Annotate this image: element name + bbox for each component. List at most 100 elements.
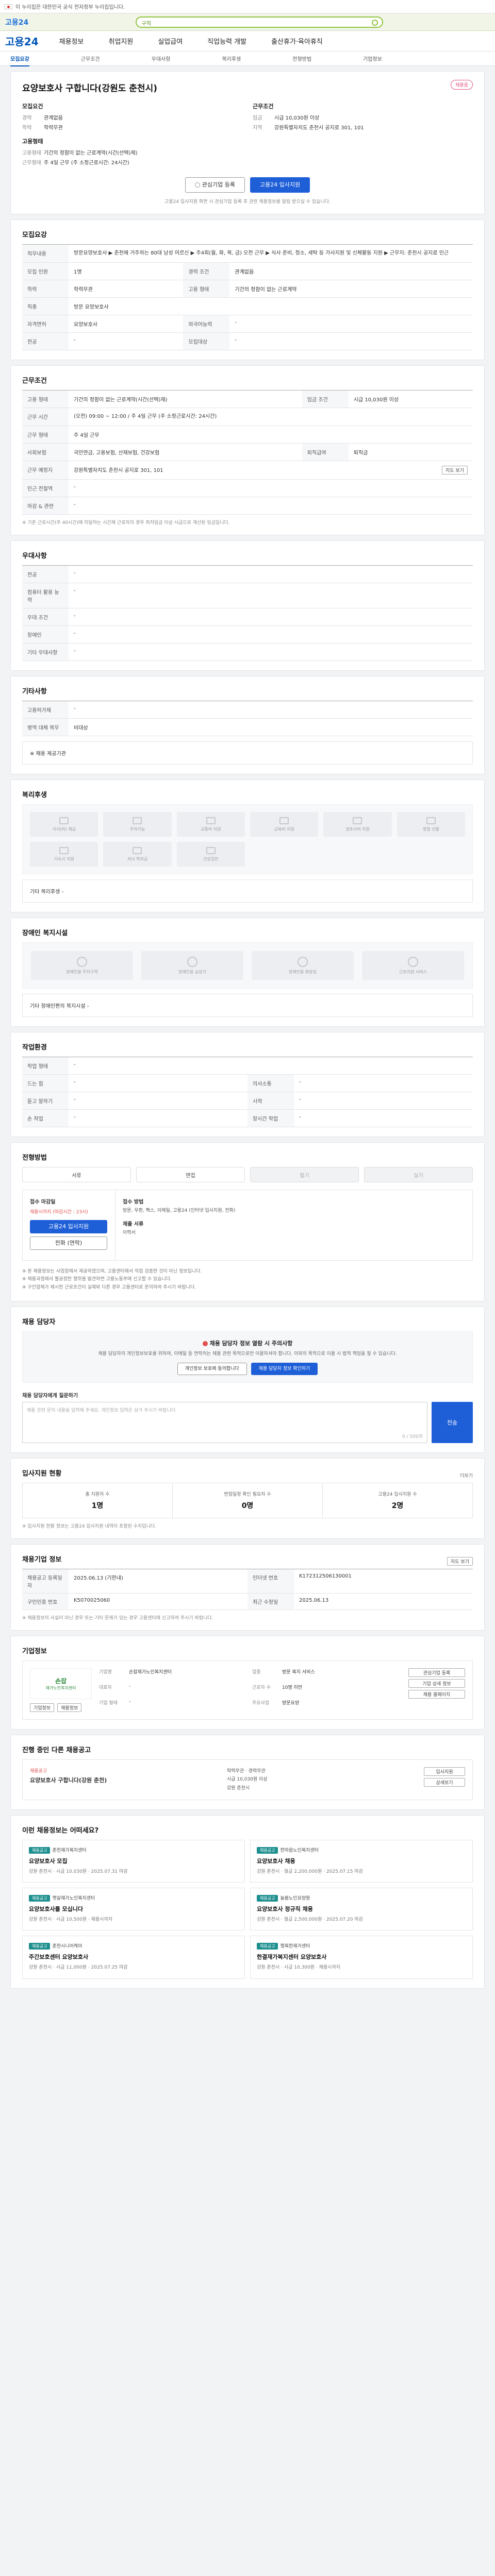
etc-label: 기타 복리후생 [30, 889, 60, 895]
info-value: K172312506130001 [294, 1569, 473, 1594]
row-value: - [229, 332, 473, 350]
tab-welfare[interactable]: 복리후생 [222, 55, 241, 62]
row-value: 시급 10,030원 이상 [348, 390, 473, 408]
company-homepage-button[interactable]: 채용 홈페이지 [408, 1690, 465, 1699]
row-value: 방문요양보호사 ▶ 춘천에 거주하는 80대 남성 어르신 ▶ 주4회(월, 화… [69, 244, 473, 263]
section-title: 기업정보 [22, 1648, 47, 1656]
call-button[interactable]: 전화 (연락) [30, 1236, 107, 1250]
row-key: 병역 대체 복무 [22, 718, 69, 736]
gnb-item-training[interactable]: 직업능력 개발 [207, 36, 246, 46]
agree-button[interactable]: 개인정보 보호에 동의합니다 [177, 1363, 247, 1376]
map-button[interactable]: 지도 보기 [442, 466, 468, 474]
section-title: 전형방법 [22, 1154, 47, 1162]
info-value: K5070025060 [69, 1594, 248, 1611]
inquiry-textarea[interactable]: 채용 관련 문의 내용을 입력해 주세요. 개인정보 입력은 삼가 주시기 바랍… [22, 1402, 427, 1444]
other-job-apply-button[interactable]: 입사지원 [424, 1767, 465, 1776]
view-contact-button[interactable]: 채용 담당자 정보 확인하기 [251, 1363, 318, 1376]
recommend-card[interactable]: 채용공고 행복한재가센터 한결재가복지센터 요양보호사 강원 춘천시 · 시급 10,… [250, 1936, 473, 1979]
gnb-item-employment-support[interactable]: 취업지원 [108, 36, 133, 46]
kv-value: 관계없음 [44, 115, 63, 121]
row-value: - [69, 1074, 248, 1092]
recommend-card[interactable]: 채용공고 햇살재가노인복지센터 요양보호사를 모십니다 강원 춘천시 · 시급 10,… [22, 1888, 245, 1931]
other-job-detail-button[interactable]: 상세보기 [424, 1778, 465, 1787]
row-value: - [69, 497, 473, 515]
company-detail-button[interactable]: 기업 상세 정보 [408, 1679, 465, 1688]
recommend-card[interactable]: 채용공고 늘봄노인요양원 요양보호사 정규직 채용 강원 춘천시 · 월급 2,500… [250, 1888, 473, 1931]
more-link[interactable]: 더보기 [460, 1472, 473, 1479]
rec-badge: 채용공고 [257, 1943, 278, 1950]
recommend-grid: 채용공고 춘천재가복지센터 요양보호사 모집 강원 춘천시 · 시급 10,030원 … [22, 1839, 473, 1979]
note-line: ※ 구인업체가 제시한 근로조건이 실제와 다른 경우 고용센터로 문의하여 주… [22, 1284, 196, 1290]
company-key: 기업명 [99, 1670, 112, 1675]
tab-recruit[interactable]: 모집요강 [10, 55, 29, 66]
rec-title[interactable]: 한결재가복지센터 요양보호사 [257, 1953, 466, 1961]
top-logo[interactable]: 고용24 [5, 17, 28, 27]
row-key: 모집 인원 [22, 262, 69, 280]
company-value: - [129, 1699, 131, 1704]
tab-preferences[interactable]: 우대사항 [152, 55, 171, 62]
recommend-card[interactable]: 채용공고 춘천시니어케어 주간보호센터 요양보호사 강원 춘천시 · 시급 11,00… [22, 1936, 245, 1979]
company-key: 기업 형태 [99, 1700, 118, 1706]
company-jobs-button[interactable]: 채용정보 [57, 1703, 82, 1713]
method-row: 서류 면접 필기 실기 [22, 1167, 473, 1182]
gov-banner: 이 누리집은 대한민국 공식 전자정부 누리집입니다. [0, 0, 495, 13]
company-interest-button[interactable]: 관심기업 등록 [408, 1668, 465, 1677]
method-written: 필기 [250, 1167, 359, 1182]
row-value: - [69, 479, 473, 497]
rec-title[interactable]: 요양보호사 정규직 채용 [257, 1905, 466, 1913]
recommend-card[interactable]: 채용공고 춘천재가복지센터 요양보호사 모집 강원 춘천시 · 시급 10,030원 … [22, 1839, 245, 1883]
info-grid: 채용공고 등록일자 2025.06.13 (기한내) 인터넷 번호 K17231… [22, 1569, 473, 1611]
rec-title[interactable]: 요양보호사를 모십니다 [29, 1905, 238, 1913]
interest-button[interactable]: 관심기업 등록 [185, 177, 245, 193]
row-key: 경력 조건 [183, 262, 230, 280]
company-info-button[interactable]: 기업정보 [30, 1703, 55, 1713]
other-job-meta: 시급 10,030원 이상 [227, 1777, 268, 1783]
rec-company: 늘봄노인요양원 [280, 1896, 310, 1902]
disabled-label: 장애인용 화장실 [288, 969, 317, 974]
company-box: 손잡 재가노인복지센터 기업정보 채용정보 기업명 손잡재가노인복지센터 업종 방문… [22, 1660, 473, 1720]
section-title: 기타사항 [22, 688, 47, 696]
row-value: 강원특별자치도 춘천시 공지로 301, 101 지도 보기 [69, 461, 473, 480]
row-key: 직종 [22, 297, 69, 315]
apply-section: 전형방법 서류 면접 필기 실기 접수 마감일 채용시까지 (마감시간 : 23… [10, 1142, 485, 1301]
gnb-item-leave[interactable]: 출산휴가·육아휴직 [271, 36, 323, 46]
apply-button[interactable]: 고용24 입사지원 [250, 177, 310, 193]
house-icon [59, 846, 69, 854]
rec-meta: 강원 춘천시 · 시급 10,500원 · 채용시까지 [29, 1917, 113, 1923]
tab-selection[interactable]: 전형방법 [292, 55, 311, 62]
rec-badge: 채용공고 [29, 1943, 51, 1950]
tab-work-conditions[interactable]: 근무조건 [81, 55, 100, 62]
info-map-button[interactable]: 지도 보기 [447, 1557, 473, 1566]
gnb-item-jobs[interactable]: 채용정보 [59, 36, 84, 46]
rec-title[interactable]: 주간보호센터 요양보호사 [29, 1953, 238, 1961]
recommend-card[interactable]: 채용공고 한마음노인복지센터 요양보호사 채용 강원 춘천시 · 월급 2,200,0… [250, 1839, 473, 1883]
company-value: - [129, 1683, 131, 1689]
gnb-item-unemployment[interactable]: 실업급여 [158, 36, 183, 46]
apply-online-button[interactable]: 고용24 입사지원 [30, 1220, 107, 1233]
row-key: 컴퓨터 활용 능력 [22, 583, 69, 608]
company-key: 주요사업 [252, 1700, 270, 1706]
rec-badge: 채용공고 [257, 1895, 278, 1902]
row-value: - [69, 583, 473, 608]
rec-title[interactable]: 요양보호사 채용 [257, 1857, 466, 1865]
inquiry-send-button[interactable]: 전송 [432, 1402, 473, 1444]
parking-icon [77, 956, 87, 967]
company-key: 대표자 [99, 1685, 112, 1690]
row-value: - [69, 625, 473, 643]
graduation-icon [133, 846, 142, 854]
row-value: 퇴직금 [348, 443, 473, 461]
kv-key: 학력 [22, 125, 32, 131]
prefer-table: 전공 - 컴퓨터 활용 능력 - 우대 조건 - 장애인 - 기타 우대사항 - [22, 565, 473, 661]
other-job-item[interactable]: 채용공고 요양보호사 구합니다(강원 춘천) 학력무관 · 경력무관 시급 10… [22, 1759, 473, 1800]
ask-label: ※ 채용 제공기관 [30, 751, 66, 757]
row-key: 시력 [248, 1092, 294, 1110]
rec-title[interactable]: 요양보호사 모집 [29, 1857, 238, 1865]
other-job-title[interactable]: 요양보호사 구합니다(강원 춘천) [30, 1776, 220, 1784]
row-key: 기타 우대사항 [22, 643, 69, 661]
tab-company[interactable]: 기업정보 [363, 55, 382, 62]
site-logo[interactable]: 고용24 [5, 33, 39, 48]
info-section: 채용기업 정보 지도 보기 채용공고 등록일자 2025.06.13 (기한내)… [10, 1544, 485, 1631]
search-input[interactable]: 구직 [135, 16, 383, 28]
recommend-section: 이런 채용정보는 어떠세요? 채용공고 춘천재가복지센터 요양보호사 모집 강원 춘천… [10, 1815, 485, 1989]
kv-value: 기간의 정함이 없는 근로계약(시간(선택)제) [44, 150, 138, 156]
